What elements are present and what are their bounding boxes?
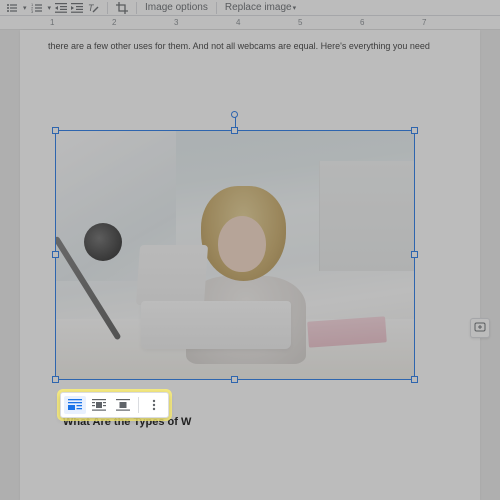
ruler-mark: 4	[236, 18, 240, 27]
resize-handle-middle-right[interactable]	[411, 251, 418, 258]
ruler-mark: 6	[360, 18, 364, 27]
break-text-button[interactable]	[112, 396, 134, 414]
ruler-mark: 7	[422, 18, 426, 27]
decrease-indent-icon[interactable]	[55, 2, 67, 14]
ruler-mark: 3	[174, 18, 178, 27]
bulleted-list-icon[interactable]	[6, 2, 18, 14]
rotate-handle[interactable]	[231, 111, 238, 118]
toolbar-separator	[107, 2, 108, 14]
chevron-down-icon: ▾	[293, 5, 297, 12]
resize-handle-bottom-right[interactable]	[411, 376, 418, 383]
image-wrap-toolbar	[60, 392, 169, 418]
wrap-text-button[interactable]	[88, 396, 110, 414]
ruler-mark: 5	[298, 18, 302, 27]
crop-icon[interactable]	[116, 2, 128, 14]
formatting-toolbar: ▾ 123 ▾ T Image options Replace image▾	[0, 0, 500, 16]
clear-formatting-icon[interactable]: T	[87, 2, 99, 14]
document-image[interactable]	[56, 131, 414, 379]
toolbar-separator	[138, 397, 139, 413]
svg-text:3: 3	[31, 9, 34, 14]
resize-handle-top-right[interactable]	[411, 127, 418, 134]
ruler-mark: 2	[112, 18, 116, 27]
replace-image-label: Replace image	[225, 2, 292, 13]
image-options-button[interactable]: Image options	[145, 2, 208, 13]
wrap-inline-button[interactable]	[64, 396, 86, 414]
resize-handle-top-left[interactable]	[52, 127, 59, 134]
numbered-list-icon[interactable]: 123	[31, 2, 43, 14]
resize-handle-bottom-middle[interactable]	[231, 376, 238, 383]
resize-handle-bottom-left[interactable]	[52, 376, 59, 383]
toolbar-separator	[216, 2, 217, 14]
body-paragraph[interactable]: there are a few other uses for them. And…	[48, 40, 452, 53]
toolbar-separator	[136, 2, 137, 14]
selected-image-frame[interactable]	[55, 130, 415, 380]
more-options-button[interactable]	[143, 396, 165, 414]
resize-handle-top-middle[interactable]	[231, 127, 238, 134]
ruler-mark: 1	[50, 18, 54, 27]
resize-handle-middle-left[interactable]	[52, 251, 59, 258]
add-comment-button[interactable]	[470, 318, 490, 338]
chevron-down-icon[interactable]: ▾	[23, 4, 27, 12]
increase-indent-icon[interactable]	[71, 2, 83, 14]
chevron-down-icon[interactable]: ▾	[48, 4, 52, 12]
replace-image-button[interactable]: Replace image▾	[225, 2, 296, 13]
horizontal-ruler[interactable]: 1 2 3 4 5 6 7	[0, 16, 500, 30]
